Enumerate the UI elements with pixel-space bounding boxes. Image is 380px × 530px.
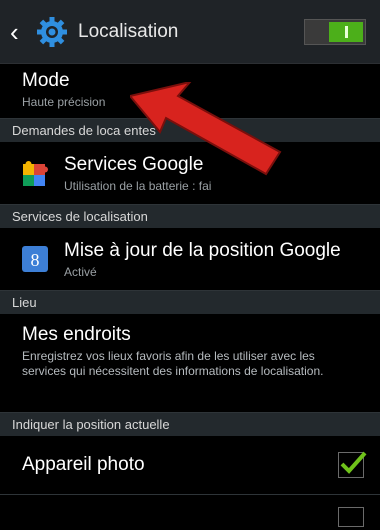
next-item-checkbox: [338, 507, 364, 527]
google-services-subtitle: Utilisation de la batterie : fai: [64, 178, 212, 193]
gear-icon: [34, 14, 70, 50]
section-show-position: Indiquer la position actuelle: [0, 412, 380, 436]
back-icon[interactable]: ‹: [10, 19, 30, 45]
google-g-icon: 8: [20, 244, 50, 274]
camera-checkbox[interactable]: [338, 451, 367, 478]
camera-title: Appareil photo: [22, 454, 145, 475]
section-recent-requests: Demandes de loca entes: [0, 118, 380, 142]
google-position-subtitle: Activé: [64, 264, 97, 279]
google-services-item[interactable]: Services Google Utilisation de la batter…: [0, 142, 380, 204]
my-places-title: Mes endroits: [22, 324, 131, 345]
section-place: Lieu: [0, 290, 380, 314]
section-location-services: Services de localisation: [0, 204, 380, 228]
my-places-item[interactable]: Mes endroits Enregistrez vos lieux favor…: [0, 314, 380, 412]
mode-setting[interactable]: Mode Haute précision: [0, 64, 380, 118]
location-toggle[interactable]: [304, 19, 366, 45]
camera-item[interactable]: Appareil photo: [0, 436, 380, 494]
page-title: Localisation: [78, 20, 179, 42]
app-header: ‹ Localisation: [0, 0, 380, 64]
google-position-item[interactable]: 8 Mise à jour de la position Google Acti…: [0, 228, 380, 290]
next-item-partial: [0, 494, 380, 527]
mode-subtitle: Haute précision: [22, 95, 106, 109]
toggle-knob: [329, 22, 363, 42]
my-places-description: Enregistrez vos lieux favoris afin de le…: [22, 349, 324, 378]
google-services-title: Services Google: [64, 153, 204, 175]
google-position-title: Mise à jour de la position Google: [64, 239, 341, 261]
puzzle-icon: [20, 158, 50, 188]
svg-text:8: 8: [31, 250, 40, 270]
mode-title: Mode: [22, 70, 70, 91]
